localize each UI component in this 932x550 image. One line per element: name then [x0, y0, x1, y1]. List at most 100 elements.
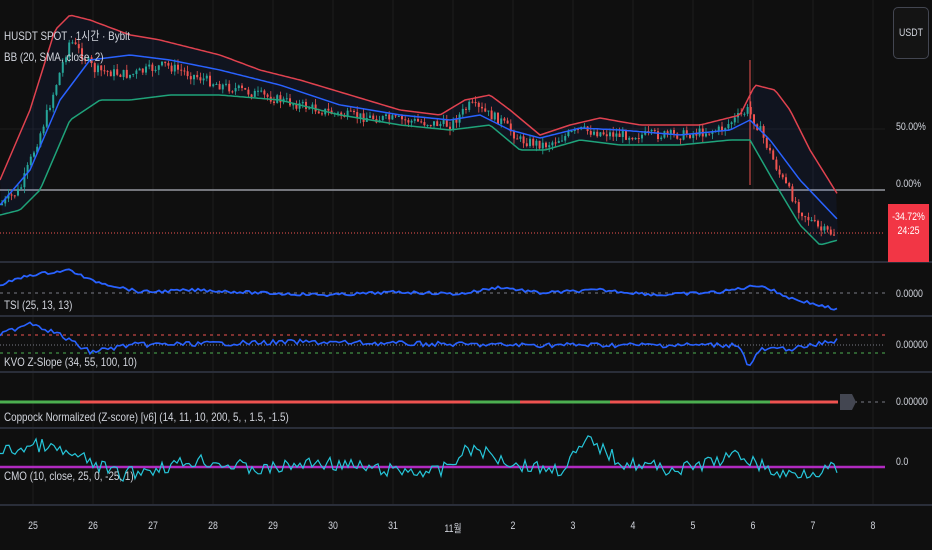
candle-body [602, 132, 605, 135]
candle-body [308, 108, 311, 110]
time-axis-label: 29 [268, 520, 278, 532]
candle-body [743, 113, 746, 115]
candle-body [349, 110, 352, 112]
candle-body [653, 130, 656, 132]
candle-body [634, 137, 637, 140]
candle-body [621, 130, 624, 138]
candle-body [778, 169, 781, 175]
candle-body [570, 131, 573, 133]
candle-body [746, 107, 749, 114]
candle-body [801, 212, 803, 217]
current-price-badge: -34.72% 24:25 [888, 204, 929, 262]
candle-body [612, 132, 615, 137]
candle-body [321, 113, 323, 115]
candle-body [820, 226, 823, 231]
candle-body [154, 69, 157, 71]
candle-body [241, 85, 243, 89]
candle-body [417, 119, 419, 122]
candle-body [177, 64, 179, 70]
candle-body [116, 69, 119, 75]
candle-body [129, 74, 131, 78]
candle-body [10, 194, 13, 196]
symbol-title[interactable]: HUSDT SPOT · 1시간 · Bybit [4, 27, 130, 44]
candle-body [708, 133, 711, 135]
candle-body [810, 220, 813, 222]
candle-body [679, 138, 682, 140]
candle-body [493, 112, 496, 120]
candle-body [122, 69, 125, 77]
time-axis-label: 5 [690, 520, 696, 532]
coppock-legend[interactable]: Coppock Normalized (Z-score) [v6] (14, 1… [4, 410, 289, 424]
candle-body [477, 102, 480, 107]
candle-body [141, 68, 144, 73]
candle-body [151, 64, 154, 71]
candle-body [202, 78, 205, 81]
candle-body [423, 122, 426, 126]
candle-body [785, 177, 787, 184]
candle-body [45, 110, 48, 127]
candle-body [407, 120, 410, 123]
time-axis-label: 27 [148, 520, 158, 532]
cmo-legend[interactable]: CMO (10, close, 25, 0, -25, 1) [4, 469, 134, 483]
candle-body [231, 91, 234, 93]
candle-body [161, 61, 163, 66]
tsi-legend[interactable]: TSI (25, 13, 13) [4, 298, 72, 312]
candle-body [781, 174, 784, 178]
candle-body [132, 73, 135, 75]
time-axis-label: 2 [510, 520, 516, 532]
candle-body [817, 220, 819, 227]
candle-body [503, 118, 506, 121]
candle-body [522, 136, 525, 144]
candle-body [369, 115, 371, 118]
time-axis-label: 30 [328, 520, 338, 532]
candle-body [637, 137, 640, 139]
candle-body [250, 94, 253, 97]
candle-body [234, 88, 237, 92]
candle-body [337, 112, 339, 114]
candle-body [247, 89, 250, 95]
cmo-value: 0.0 [896, 456, 909, 468]
candle-body [433, 121, 435, 126]
candle-body [823, 226, 826, 231]
candle-body [829, 229, 832, 235]
candle-body [359, 113, 362, 119]
tsi-value: 0.0000 [896, 288, 923, 300]
candle-body [452, 119, 455, 130]
time-axis-label: 28 [208, 520, 218, 532]
candle-body [58, 72, 61, 86]
time-axis-label: 31 [388, 520, 398, 532]
candle-body [77, 44, 80, 49]
candle-body [305, 101, 307, 109]
candle-body [775, 159, 778, 170]
candle-body [487, 110, 490, 112]
candle-body [618, 133, 621, 138]
candle-body [797, 202, 800, 213]
candle-body [119, 74, 122, 77]
candle-body [529, 138, 531, 147]
candle-body [260, 90, 263, 92]
currency-button[interactable]: USDT [893, 7, 929, 59]
candle-body [532, 138, 535, 146]
candle-body [103, 70, 106, 72]
candle-body [631, 137, 634, 140]
candle-body [148, 64, 151, 67]
candle-body [551, 142, 554, 146]
time-axis-label: 8 [870, 520, 876, 532]
candle-body [413, 119, 416, 121]
candle-body [436, 121, 439, 126]
candle-body [548, 145, 551, 148]
candle-body [388, 114, 391, 120]
candle-body [791, 186, 794, 202]
candle-body [317, 111, 320, 114]
candle-body [189, 76, 192, 80]
bb-legend[interactable]: BB (20, SMA, close, 2) [4, 50, 104, 64]
candle-body [516, 138, 519, 140]
kvo-legend[interactable]: KVO Z-Slope (34, 55, 100, 10) [4, 355, 137, 369]
candle-body [641, 134, 643, 139]
coppock-marker-icon [840, 394, 856, 410]
time-axis-label: 7 [810, 520, 816, 532]
axis-label-50pct: 50.00% [896, 121, 926, 133]
candle-body [497, 112, 499, 124]
candle-body [650, 130, 653, 132]
chart-canvas[interactable] [0, 0, 932, 550]
